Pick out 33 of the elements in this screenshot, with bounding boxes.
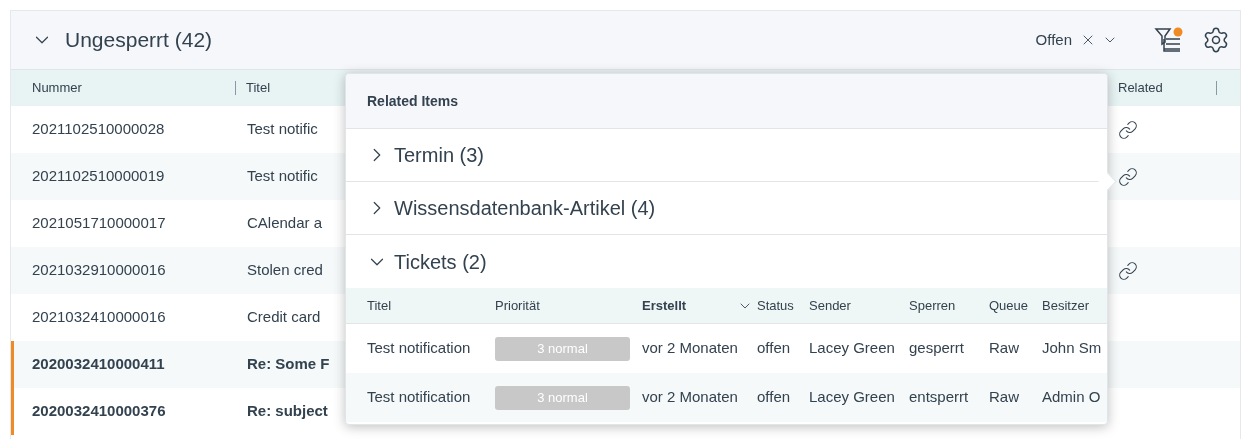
- popover-title: Related Items: [367, 91, 459, 111]
- ticket-title: Stolen cred: [247, 261, 323, 279]
- table-cell: gesperrt: [909, 339, 965, 357]
- table-cell: Raw: [989, 388, 1019, 406]
- table-cell: Lacey Green: [809, 339, 895, 357]
- ticket-number: 2021032910000016: [31, 260, 167, 281]
- ticket-title: Credit card: [247, 308, 321, 326]
- ticket-title: Re: Some F: [247, 355, 330, 373]
- ticket-number: 2021051710000017: [31, 213, 167, 234]
- section-title: Termin (3): [394, 143, 484, 168]
- table-cell: offen: [757, 339, 791, 357]
- section-title: Wissensdatenbank-Artikel (4): [394, 196, 656, 221]
- ticket-number: 2021102510000019: [31, 166, 166, 187]
- table-cell: Admin O: [1042, 388, 1101, 406]
- ticket-number: 2020032410000376: [31, 401, 167, 422]
- table-cell: Test notification: [367, 388, 471, 406]
- ticket-title: Test notific: [247, 167, 318, 185]
- table-cell: offen: [757, 388, 791, 406]
- table-cell: Test notification: [367, 339, 471, 357]
- ticket-number: 2021102510000028: [31, 119, 166, 140]
- ticket-number: 2021032410000016: [31, 307, 167, 328]
- table-cell: John Sm: [1042, 339, 1102, 357]
- ticket-title: Re: subject: [247, 402, 328, 420]
- panel-title: Ungesperrt (42): [65, 27, 213, 54]
- table-cell: Raw: [989, 339, 1019, 357]
- table-cell: vor 2 Monaten: [642, 339, 738, 357]
- ticket-title: CAlendar a: [247, 214, 323, 232]
- table-cell: Lacey Green: [809, 388, 895, 406]
- table-cell: vor 2 Monaten: [642, 388, 738, 406]
- section-title: Tickets (2): [394, 249, 487, 275]
- ticket-title: Test notific: [247, 120, 318, 138]
- table-cell: entsperrt: [909, 388, 969, 406]
- ticket-number: 2020032410000411: [31, 354, 166, 375]
